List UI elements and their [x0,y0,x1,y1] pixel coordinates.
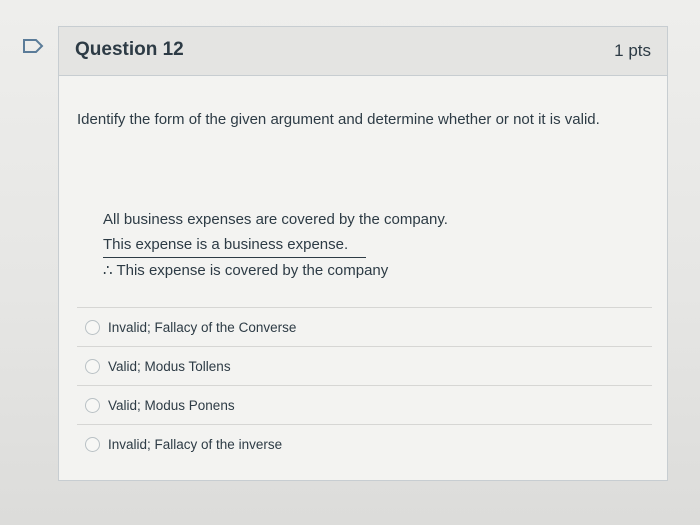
answer-label: Valid; Modus Tollens [108,358,231,374]
answer-label: Invalid; Fallacy of the inverse [108,436,283,452]
answer-option[interactable]: Valid; Modus Ponens [77,385,652,424]
radio-icon[interactable] [85,358,100,374]
radio-icon[interactable] [85,397,100,413]
conclusion: ∴ This expense is covered by the company [103,262,389,279]
argument-block: All business expenses are covered by the… [103,207,448,283]
flag-icon[interactable] [22,38,44,54]
answer-option[interactable]: Invalid; Fallacy of the Converse [77,307,652,346]
answer-option[interactable]: Valid; Modus Tollens [77,346,652,385]
radio-icon[interactable] [85,319,100,335]
radio-icon[interactable] [85,436,100,452]
question-header: Question 12 1 pts [59,27,667,76]
question-title: Question 12 [75,39,184,60]
answer-list: Invalid; Fallacy of the Converse Valid; … [77,307,652,463]
answer-label: Invalid; Fallacy of the Converse [108,319,297,335]
answer-option[interactable]: Invalid; Fallacy of the inverse [77,424,652,463]
question-points: 1 pts [614,41,651,60]
quiz-page: Question 12 1 pts Identify the form of t… [0,0,700,525]
question-prompt: Identify the form of the given argument … [77,111,600,128]
premise-1: All business expenses are covered by the… [103,211,448,228]
answer-label: Valid; Modus Ponens [108,397,235,413]
premise-2: This expense is a business expense. [103,232,367,258]
question-card: Question 12 1 pts Identify the form of t… [58,26,668,481]
